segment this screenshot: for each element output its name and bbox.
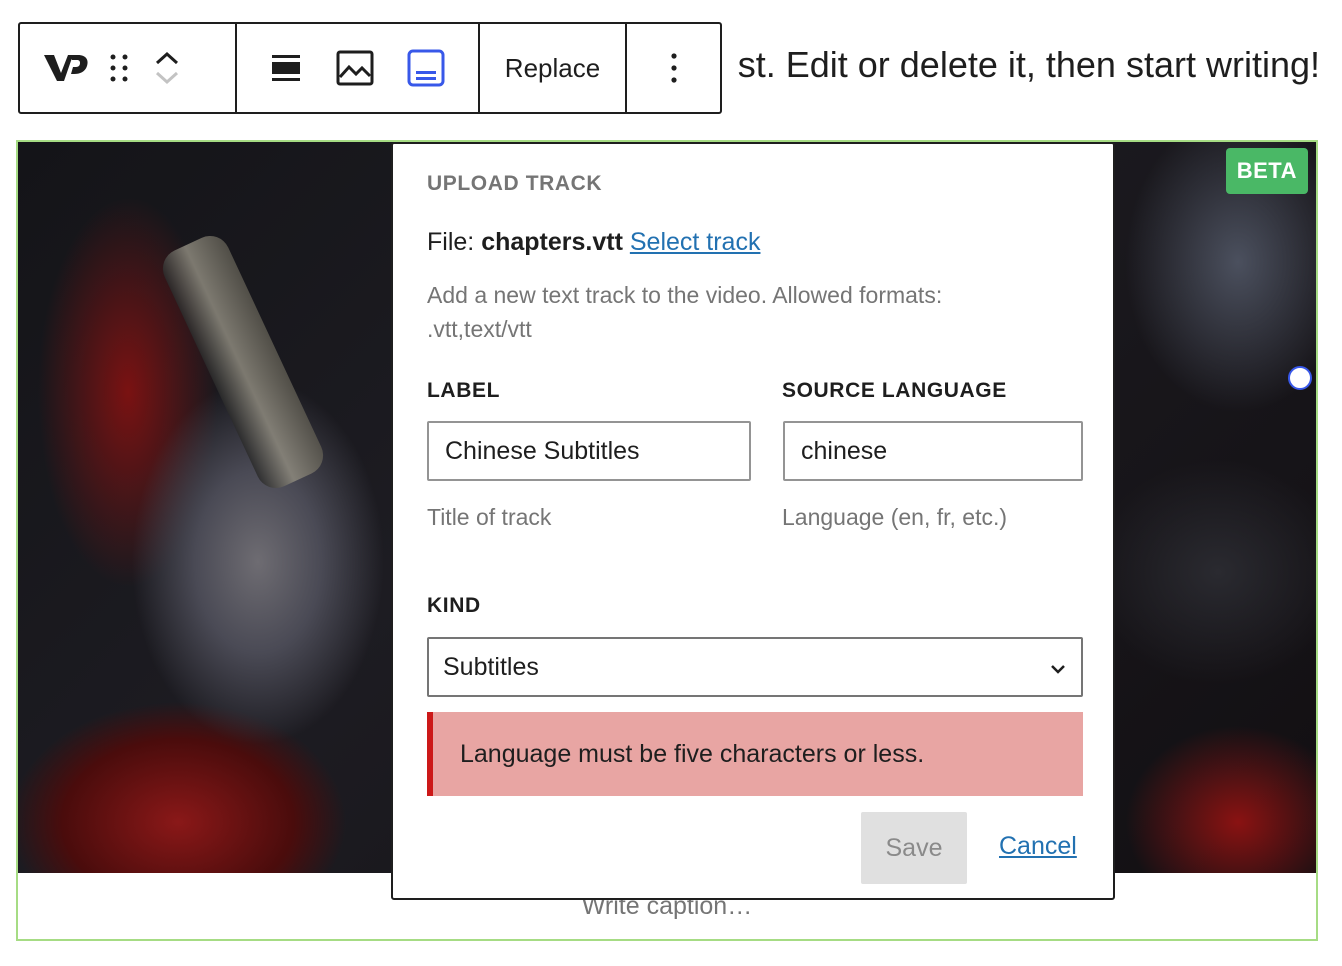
more-options-icon[interactable] xyxy=(669,51,679,85)
drag-handle-icon[interactable] xyxy=(108,51,130,85)
popover-title: UPLOAD TRACK xyxy=(427,172,603,195)
save-button[interactable]: Save xyxy=(861,812,967,884)
error-notice: Language must be five characters or less… xyxy=(427,712,1083,796)
move-up-icon[interactable] xyxy=(154,50,180,66)
poster-image-icon[interactable] xyxy=(336,50,374,86)
file-prefix: File: xyxy=(427,228,475,256)
error-message: Language must be five characters or less… xyxy=(460,739,925,768)
toolbar-block-group xyxy=(20,24,237,112)
align-none-icon[interactable] xyxy=(270,52,302,84)
upload-track-popover: UPLOAD TRACK File: chapters.vtt Select t… xyxy=(391,142,1115,900)
tracks-icon[interactable] xyxy=(407,49,445,87)
file-row: File: chapters.vtt Select track xyxy=(427,228,760,257)
block-movers xyxy=(154,50,180,86)
beta-badge: BETA xyxy=(1225,148,1308,194)
source-language-input[interactable] xyxy=(783,421,1083,481)
label-input[interactable] xyxy=(427,421,751,481)
toolbar-format-group xyxy=(237,24,480,112)
block-toolbar: Replace xyxy=(18,22,722,114)
file-name: chapters.vtt xyxy=(481,228,623,256)
label-help: Title of track xyxy=(427,504,552,530)
move-down-icon[interactable] xyxy=(154,70,180,86)
kind-select[interactable]: Subtitles xyxy=(427,637,1083,697)
kind-selected-value: Subtitles xyxy=(443,652,539,681)
toolbar-replace-group: Replace xyxy=(480,24,627,112)
video-frame-detail xyxy=(156,229,330,495)
kind-heading: KIND xyxy=(427,594,481,617)
source-language-heading: SOURCE LANGUAGE xyxy=(782,379,1007,402)
intro-paragraph: st. Edit or delete it, then start writin… xyxy=(737,44,1320,85)
resize-handle[interactable] xyxy=(1288,366,1312,390)
toolbar-options-group xyxy=(627,24,720,112)
replace-button[interactable]: Replace xyxy=(505,53,600,84)
cancel-link[interactable]: Cancel xyxy=(999,832,1077,861)
upload-help-text: Add a new text track to the video. Allow… xyxy=(427,282,943,342)
source-language-help: Language (en, fr, etc.) xyxy=(782,504,1008,530)
videopress-logo-icon[interactable] xyxy=(42,51,90,85)
select-track-link[interactable]: Select track xyxy=(630,228,761,256)
chevron-down-icon xyxy=(1049,653,1067,682)
label-heading: LABEL xyxy=(427,379,500,402)
